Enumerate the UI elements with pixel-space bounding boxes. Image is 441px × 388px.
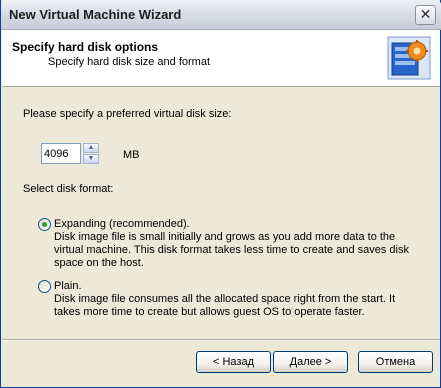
- format-label: Select disk format:: [23, 183, 114, 195]
- wizard-window: New Virtual Machine Wizard ✕ Specify har…: [0, 0, 441, 388]
- next-button[interactable]: Далее >: [273, 351, 348, 373]
- plain-option-description: Disk image file consumes all the allocat…: [54, 293, 396, 318]
- wizard-header: Specify hard disk options Specify hard d…: [2, 30, 440, 87]
- stepper-buttons: ▲ ▼: [83, 143, 99, 164]
- disk-size-input[interactable]: [41, 143, 81, 164]
- radio-selected-dot: [42, 222, 47, 227]
- size-unit-label: MB: [123, 149, 140, 161]
- expanding-option-description: Disk image file is small initially and g…: [54, 231, 409, 269]
- disk-size-stepper[interactable]: ▲ ▼: [41, 143, 101, 165]
- next-button-label: Далее >: [289, 356, 332, 368]
- back-button[interactable]: < Назад: [196, 351, 271, 373]
- cancel-button[interactable]: Отмена: [358, 351, 433, 373]
- window-title: New Virtual Machine Wizard: [9, 7, 182, 22]
- chevron-up-icon: ▲: [87, 144, 95, 151]
- chevron-down-icon: ▼: [87, 155, 95, 162]
- plain-radio[interactable]: [38, 280, 51, 293]
- size-label: Please specify a preferred virtual disk …: [23, 108, 232, 120]
- expanding-option-label[interactable]: Expanding (recommended).: [54, 218, 190, 230]
- stepper-up-button[interactable]: ▲: [83, 143, 99, 153]
- back-button-label: < Назад: [213, 356, 254, 368]
- page-subtitle: Specify hard disk size and format: [48, 56, 211, 68]
- expanding-radio[interactable]: [38, 218, 51, 231]
- close-icon: ✕: [419, 6, 432, 22]
- disk-settings-icon: [387, 36, 431, 80]
- title-bar[interactable]: New Virtual Machine Wizard ✕: [1, 0, 441, 30]
- footer-divider: [2, 339, 440, 341]
- page-title: Specify hard disk options: [12, 40, 159, 54]
- cancel-button-label: Отмена: [375, 356, 416, 368]
- stepper-down-button[interactable]: ▼: [83, 154, 99, 164]
- close-button[interactable]: ✕: [415, 5, 436, 25]
- plain-option-label[interactable]: Plain.: [54, 280, 82, 292]
